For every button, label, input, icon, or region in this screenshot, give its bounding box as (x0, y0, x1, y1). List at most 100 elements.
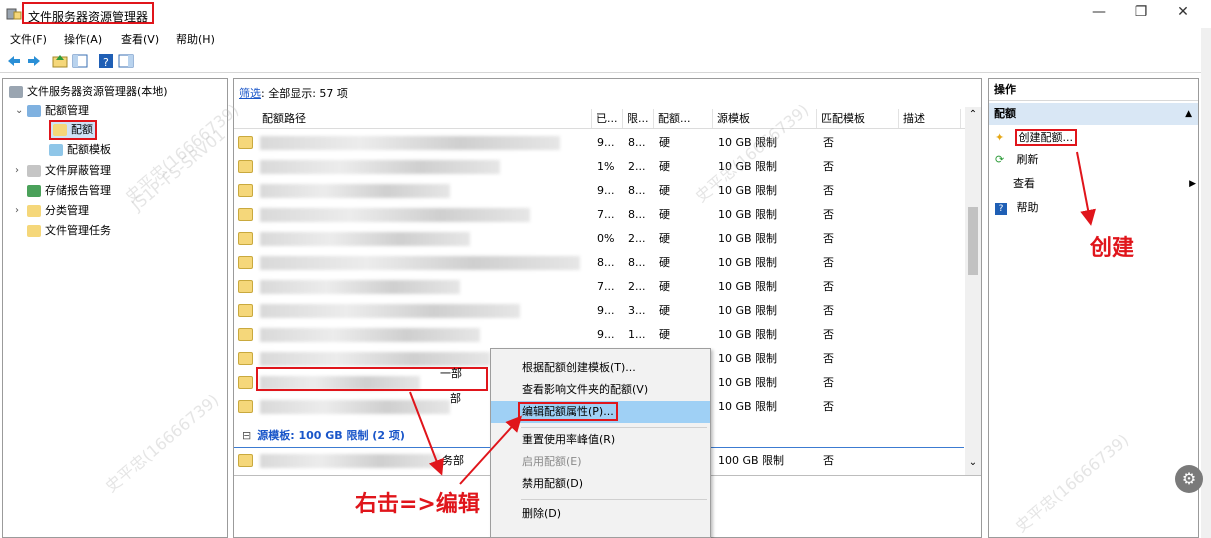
window-title: 文件服务器资源管理器 (22, 2, 155, 24)
help-icon: ? (995, 203, 1007, 215)
restore-button[interactable]: ❐ (1126, 4, 1156, 20)
tree-item-root[interactable]: 文件服务器资源管理器(本地) (9, 82, 168, 101)
quota-management-icon (27, 105, 41, 117)
window-scrollbar[interactable] (1201, 28, 1211, 538)
match-template-cell: 否 (823, 136, 834, 149)
collapse-triangle-icon[interactable]: ▲ (1185, 103, 1192, 125)
match-template-cell: 否 (823, 232, 834, 245)
table-row[interactable]: 7... 2... 硬 10 GB 限制 否 (234, 275, 964, 299)
tree-item-quota[interactable]: 配额 (49, 120, 97, 140)
scrollbar-thumb[interactable] (968, 207, 978, 275)
quota-type-cell: 硬 (659, 256, 670, 269)
folder-icon (238, 184, 253, 197)
gear-icon[interactable]: ⚙ (1175, 465, 1203, 493)
close-button[interactable]: ✕ (1168, 4, 1198, 20)
table-row[interactable]: 9... 8... 硬 10 GB 限制 否 (234, 179, 964, 203)
tree-item-file-management-tasks[interactable]: 文件管理任务 (27, 221, 111, 240)
collapse-icon[interactable]: ⊟ (242, 429, 251, 442)
used-cell: 9... (597, 304, 615, 317)
forward-icon[interactable] (26, 53, 42, 69)
source-template-cell: 10 GB 限制 (718, 232, 778, 245)
action-help[interactable]: ? 帮助 (989, 197, 1198, 219)
file-server-icon (6, 6, 22, 20)
used-cell: 0% (597, 232, 615, 245)
table-row[interactable]: 8... 8... 硬 10 GB 限制 否 (234, 251, 964, 275)
column-limit[interactable]: 限... (623, 109, 654, 128)
source-template-cell: 10 GB 限制 (718, 376, 778, 389)
menu-item-delete[interactable]: 删除(D) (491, 503, 710, 525)
chevron-right-icon[interactable]: › (15, 201, 19, 220)
chevron-right-icon[interactable]: › (15, 161, 19, 180)
path-tail: 部 (450, 392, 461, 405)
column-quota-path[interactable]: 配额路径 (258, 109, 592, 128)
column-quota-type[interactable]: 配额... (654, 109, 713, 128)
table-row[interactable]: 0% 2... 硬 10 GB 限制 否 (234, 227, 964, 251)
action-view[interactable]: 查看 ▶ (989, 173, 1198, 195)
match-template-cell: 否 (823, 256, 834, 269)
menu-file[interactable]: 文件(F) (10, 31, 47, 47)
limit-cell: 2... (628, 232, 646, 245)
tree-item-file-screening[interactable]: › 文件屏蔽管理 (15, 161, 111, 180)
used-cell: 8... (597, 256, 615, 269)
used-cell: 9... (597, 136, 615, 149)
limit-cell: 8... (628, 208, 646, 221)
navigation-tree: 文件服务器资源管理器(本地) ⌄ 配额管理 配额 配额模板 › 文件屏蔽管理 存… (2, 78, 228, 538)
column-source-template[interactable]: 源模板 (713, 109, 817, 128)
table-row[interactable]: 9... 8... 硬 10 GB 限制 否 (234, 131, 964, 155)
quota-type-cell: 硬 (659, 304, 670, 317)
menu-item-view-affecting-quotas[interactable]: 查看影响文件夹的配额(V) (491, 379, 710, 401)
vertical-scrollbar[interactable]: ⌃ ⌄ (965, 107, 981, 475)
redacted-path (260, 232, 470, 246)
show-hide-tree-icon[interactable] (72, 53, 88, 69)
chevron-down-icon[interactable]: ⌄ (15, 101, 23, 120)
menu-item-reset-peak[interactable]: 重置使用率峰值(R) (491, 429, 710, 451)
scroll-up-icon[interactable]: ⌃ (965, 109, 981, 120)
help-icon[interactable]: ? (98, 53, 114, 69)
table-row[interactable]: 1% 2... 硬 10 GB 限制 否 (234, 155, 964, 179)
quota-type-cell: 硬 (659, 136, 670, 149)
menu-view[interactable]: 查看(V) (121, 31, 159, 47)
filter-link[interactable]: 筛选 (239, 87, 261, 100)
table-row[interactable]: 9... 3... 硬 10 GB 限制 否 (234, 299, 964, 323)
table-row[interactable]: 7... 8... 硬 10 GB 限制 否 (234, 203, 964, 227)
column-description[interactable]: 描述 (899, 109, 961, 128)
actions-section-quota[interactable]: 配额 ▲ (989, 103, 1198, 125)
source-template-cell: 10 GB 限制 (718, 328, 778, 341)
action-create-quota[interactable]: ✦ 创建配额... (989, 127, 1198, 149)
menu-action[interactable]: 操作(A) (64, 31, 102, 47)
scroll-down-icon[interactable]: ⌄ (965, 457, 981, 468)
column-used[interactable]: 已... (592, 109, 623, 128)
up-folder-icon[interactable] (52, 53, 68, 69)
tree-item-storage-reports[interactable]: 存储报告管理 (27, 181, 111, 200)
source-template-cell: 10 GB 限制 (718, 280, 778, 293)
filter-status: : 全部显示: 57 项 (261, 87, 348, 100)
filter-bar: 筛选: 全部显示: 57 项 (239, 85, 348, 101)
report-icon (27, 185, 41, 197)
column-match-template[interactable]: 匹配模板 (817, 109, 899, 128)
folder-icon (238, 232, 253, 245)
folder-icon (238, 160, 253, 173)
match-template-cell: 否 (823, 160, 834, 173)
minimize-button[interactable]: — (1084, 4, 1114, 20)
menu-item-edit-quota-properties[interactable]: 编辑配额属性(P)... (491, 401, 710, 423)
match-template-cell: 否 (823, 280, 834, 293)
refresh-icon: ⟳ (995, 153, 1005, 166)
menu-item-create-template[interactable]: 根据配额创建模板(T)... (491, 357, 710, 379)
show-hide-action-pane-icon[interactable] (118, 53, 134, 69)
limit-cell: 8... (628, 184, 646, 197)
svg-text:?: ? (103, 56, 109, 69)
menu-item-disable-quota[interactable]: 禁用配额(D) (491, 473, 710, 495)
table-row[interactable]: 9... 1... 硬 10 GB 限制 否 (234, 323, 964, 347)
folder-icon (238, 208, 253, 221)
action-refresh[interactable]: ⟳ 刷新 (989, 149, 1198, 171)
tree-item-quota-templates[interactable]: 配额模板 (49, 140, 111, 159)
group-header[interactable]: ⊟ 源模板: 100 GB 限制 (2 项) (242, 427, 405, 443)
create-quota-icon: ✦ (995, 131, 1005, 144)
actions-pane: 操作 配额 ▲ ✦ 创建配额... ⟳ 刷新 查看 ▶ ? 帮助 (988, 78, 1199, 538)
tree-item-classification[interactable]: › 分类管理 (15, 201, 89, 220)
tree-item-quota-management[interactable]: ⌄ 配额管理 (15, 101, 89, 120)
limit-cell: 3... (628, 304, 646, 317)
annotation-create: 创建 (1090, 236, 1135, 261)
back-icon[interactable] (6, 53, 22, 69)
menu-help[interactable]: 帮助(H) (176, 31, 215, 47)
